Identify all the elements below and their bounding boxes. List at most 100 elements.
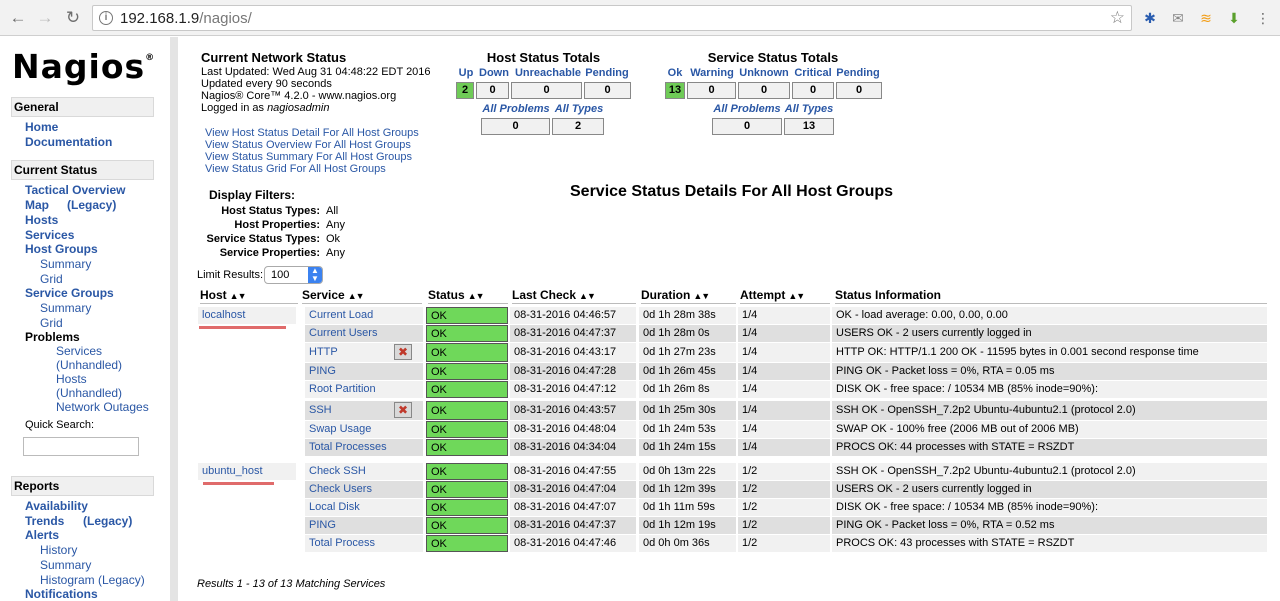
svc-total-warning-value[interactable]: 0 bbox=[687, 82, 736, 99]
sidebar-item-trends[interactable]: Trends bbox=[25, 514, 64, 528]
service-name-cell[interactable]: Current Load bbox=[305, 307, 423, 324]
sidebar-item-problem-hosts-unhandled[interactable]: (Unhandled) bbox=[56, 386, 122, 400]
sort-arrows-icon[interactable]: ▲▼ bbox=[348, 291, 365, 301]
notifications-disabled-icon[interactable]: ✖ bbox=[394, 402, 412, 418]
link-status-summary[interactable]: View Status Summary For All Host Groups bbox=[205, 151, 412, 163]
host-total-down-label[interactable]: Down bbox=[477, 67, 511, 79]
sort-arrows-icon[interactable]: ▲▼ bbox=[788, 291, 805, 301]
service-name-cell[interactable]: Local Disk bbox=[305, 499, 423, 516]
service-name-cell[interactable]: Root Partition bbox=[305, 381, 423, 398]
sidebar-item-documentation[interactable]: Documentation bbox=[25, 135, 112, 149]
svc-total-warning-label[interactable]: Warning bbox=[687, 67, 737, 79]
sort-arrows-icon[interactable]: ▲▼ bbox=[693, 291, 710, 301]
link-host-status-detail[interactable]: View Host Status Detail For All Host Gro… bbox=[205, 127, 419, 139]
service-name-cell[interactable]: Check SSH bbox=[305, 463, 423, 480]
host-total-up-value[interactable]: 2 bbox=[456, 82, 474, 99]
rss-icon[interactable]: ≋ bbox=[1197, 9, 1215, 27]
column-header-service[interactable]: Service ▲▼ bbox=[302, 288, 422, 304]
sidebar-item-tactical-overview[interactable]: Tactical Overview bbox=[25, 183, 126, 197]
sort-arrows-icon[interactable]: ▲▼ bbox=[230, 291, 247, 301]
nagios-logo[interactable]: Nagios® bbox=[12, 47, 155, 86]
sidebar-item-host-groups[interactable]: Host Groups bbox=[25, 242, 98, 256]
host-name-cell[interactable]: ubuntu_host bbox=[198, 463, 296, 480]
service-name-cell[interactable]: Total Processes bbox=[305, 439, 423, 456]
sidebar-item-network-outages[interactable]: Network Outages bbox=[56, 400, 149, 414]
service-name-cell[interactable]: Total Process bbox=[305, 535, 423, 552]
service-name-cell[interactable]: PING bbox=[305, 363, 423, 380]
column-header-last-check[interactable]: Last Check ▲▼ bbox=[512, 288, 636, 304]
sidebar-item-sg-summary[interactable]: Summary bbox=[40, 301, 91, 315]
sidebar-item-services[interactable]: Services bbox=[25, 228, 74, 242]
menu-icon[interactable]: ⋮ bbox=[1254, 9, 1272, 27]
sidebar-item-alerts-histogram[interactable]: Histogram (Legacy) bbox=[40, 573, 145, 587]
sidebar-item-sg-grid[interactable]: Grid bbox=[40, 316, 63, 330]
sidebar-item-trends-legacy[interactable]: (Legacy) bbox=[83, 514, 132, 528]
sidebar-item-map[interactable]: Map bbox=[25, 198, 49, 212]
back-arrow-icon[interactable]: ← bbox=[8, 8, 28, 28]
service-name-cell[interactable]: Check Users bbox=[305, 481, 423, 498]
limit-results-select[interactable]: 100 ▲ ▼ bbox=[264, 266, 323, 284]
notifications-disabled-icon[interactable]: ✖ bbox=[394, 344, 412, 360]
svc-all-problems-label[interactable]: All Problems bbox=[712, 103, 782, 115]
sidebar-item-hg-summary[interactable]: Summary bbox=[40, 257, 91, 271]
sidebar-item-alerts-summary[interactable]: Summary bbox=[40, 558, 91, 572]
service-name-cell[interactable]: Swap Usage bbox=[305, 421, 423, 438]
sidebar-item-alerts-history[interactable]: History bbox=[40, 543, 77, 557]
service-name-cell[interactable]: Current Users bbox=[305, 325, 423, 342]
host-total-down-value[interactable]: 0 bbox=[476, 82, 509, 99]
quick-search-input[interactable] bbox=[23, 437, 139, 456]
svc-total-unknown-value[interactable]: 0 bbox=[738, 82, 790, 99]
host-total-up-label[interactable]: Up bbox=[455, 67, 477, 79]
sidebar-item-map-legacy[interactable]: (Legacy) bbox=[67, 198, 116, 212]
svc-total-critical-value[interactable]: 0 bbox=[792, 82, 834, 99]
info-icon[interactable]: i bbox=[99, 11, 113, 25]
svc-total-pending-label[interactable]: Pending bbox=[834, 67, 882, 79]
svc-total-unknown-label[interactable]: Unknown bbox=[737, 67, 791, 79]
svc-total-critical-label[interactable]: Critical bbox=[791, 67, 835, 79]
reload-icon[interactable]: ↻ bbox=[63, 8, 83, 28]
forward-arrow-icon[interactable]: → bbox=[35, 8, 55, 28]
link-status-grid[interactable]: View Status Grid For All Host Groups bbox=[205, 163, 386, 175]
sidebar-item-service-groups[interactable]: Service Groups bbox=[25, 286, 114, 300]
svc-total-ok-value[interactable]: 13 bbox=[665, 82, 685, 99]
svc-all-types-value[interactable]: 13 bbox=[784, 118, 834, 135]
sidebar-item-home[interactable]: Home bbox=[25, 120, 58, 134]
sidebar-item-problem-services[interactable]: Services bbox=[56, 344, 102, 358]
host-total-unreachable-label[interactable]: Unreachable bbox=[512, 67, 584, 79]
sidebar-item-alerts[interactable]: Alerts bbox=[25, 528, 59, 542]
sort-arrows-icon[interactable]: ▲▼ bbox=[579, 291, 596, 301]
sidebar-item-problem-hosts[interactable]: Hosts bbox=[56, 372, 87, 386]
sidebar-item-hg-grid[interactable]: Grid bbox=[40, 272, 63, 286]
host-total-unreachable-value[interactable]: 0 bbox=[511, 82, 582, 99]
sidebar-item-notifications[interactable]: Notifications bbox=[25, 587, 98, 601]
sort-arrows-icon[interactable]: ▲▼ bbox=[468, 291, 485, 301]
svc-total-pending-value[interactable]: 0 bbox=[836, 82, 882, 99]
last-check-cell: 08-31-2016 04:47:12 bbox=[510, 381, 636, 398]
download-icon[interactable]: ⬇ bbox=[1225, 9, 1243, 27]
bookmark-star-icon[interactable]: ☆ bbox=[1110, 8, 1125, 28]
host-all-problems-value[interactable]: 0 bbox=[481, 118, 550, 135]
link-status-overview[interactable]: View Status Overview For All Host Groups bbox=[205, 139, 411, 151]
mail-icon[interactable]: ✉ bbox=[1169, 9, 1187, 27]
host-all-types-label[interactable]: All Types bbox=[553, 103, 605, 115]
sidebar-item-problem-services-unhandled[interactable]: (Unhandled) bbox=[56, 358, 122, 372]
service-name-cell[interactable]: PING bbox=[305, 517, 423, 534]
svc-total-ok-label[interactable]: Ok bbox=[664, 67, 686, 79]
url-text[interactable]: 192.168.1.9/nagios/ bbox=[120, 10, 252, 27]
column-header-status[interactable]: Status ▲▼ bbox=[428, 288, 508, 304]
svc-all-types-label[interactable]: All Types bbox=[784, 103, 834, 115]
column-header-host[interactable]: Host ▲▼ bbox=[200, 288, 298, 304]
extension-bluetooth-icon[interactable]: ✱ bbox=[1141, 9, 1159, 27]
sidebar-item-hosts[interactable]: Hosts bbox=[25, 213, 58, 227]
column-header-duration[interactable]: Duration ▲▼ bbox=[641, 288, 736, 304]
host-name-cell[interactable]: localhost bbox=[198, 307, 296, 324]
sidebar-item-availability[interactable]: Availability bbox=[25, 499, 88, 513]
sidebar-scrollbar[interactable] bbox=[170, 37, 178, 601]
address-bar[interactable]: i 192.168.1.9/nagios/ ☆ bbox=[92, 5, 1132, 31]
host-total-pending-value[interactable]: 0 bbox=[584, 82, 631, 99]
host-all-problems-label[interactable]: All Problems bbox=[481, 103, 551, 115]
host-all-types-value[interactable]: 2 bbox=[552, 118, 604, 135]
host-total-pending-label[interactable]: Pending bbox=[584, 67, 630, 79]
svc-all-problems-value[interactable]: 0 bbox=[712, 118, 782, 135]
column-header-attempt[interactable]: Attempt ▲▼ bbox=[740, 288, 830, 304]
